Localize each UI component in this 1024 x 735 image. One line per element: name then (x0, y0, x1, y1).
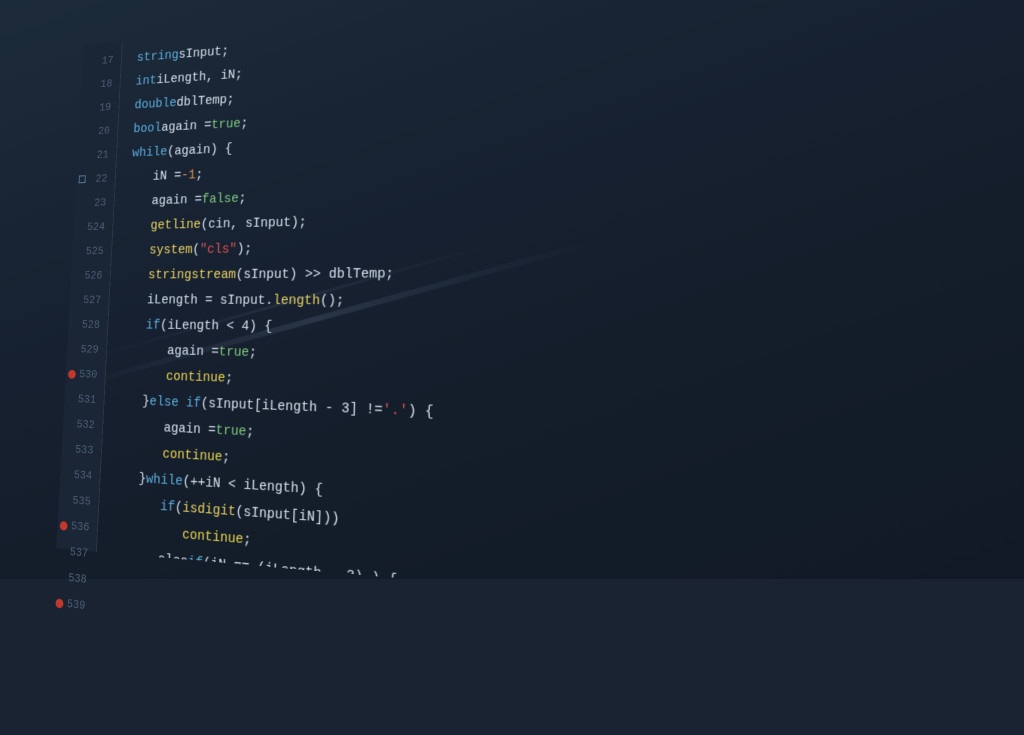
line-number-525: 525 (72, 239, 104, 264)
token: inue (210, 578, 242, 608)
token: again = (151, 188, 202, 214)
line-number-21: 21 (77, 143, 109, 168)
token: stringstream (148, 263, 237, 289)
token: ; (238, 186, 246, 211)
editor-container: 1718192021222352452552652752852953053153… (0, 0, 1024, 579)
code-wrapper: 1718192021222352452552652752852953053153… (56, 0, 1024, 642)
line-number-20: 20 (79, 119, 111, 144)
line-number-531: 531 (64, 387, 97, 413)
line-number-23: 23 (75, 191, 107, 216)
token: true (218, 340, 249, 367)
token: ) { (408, 398, 434, 427)
token: if (187, 549, 203, 577)
token: int (135, 69, 157, 94)
token: -1 (181, 163, 196, 188)
token: continue (162, 442, 223, 472)
line-number-526: 526 (71, 264, 103, 289)
line-number-529: 529 (67, 337, 100, 362)
token: ; (243, 527, 252, 555)
token: if (145, 313, 161, 338)
token: double (134, 91, 177, 118)
token: (again) { (167, 137, 233, 165)
token: ; (225, 366, 234, 392)
line-number-535: 535 (58, 487, 91, 515)
token: ; (241, 581, 250, 609)
token: (); (320, 288, 345, 315)
token: while (145, 467, 183, 496)
line-number-17: 17 (82, 49, 114, 75)
token: "cls" (199, 237, 237, 263)
token: ; (222, 445, 231, 472)
line-number-524: 524 (73, 215, 105, 240)
token: ; (195, 163, 203, 188)
token: dblTemp; (176, 88, 235, 116)
line-number-538: 538 (54, 564, 87, 593)
token: (sInput) >> dblTemp; (235, 261, 394, 288)
line-number-532: 532 (62, 412, 95, 439)
token: string (136, 43, 179, 70)
token: else if (149, 389, 202, 417)
token: bool (133, 116, 162, 142)
token: else (157, 547, 188, 576)
token: true (215, 418, 247, 446)
token: continue (165, 364, 225, 392)
token: iN = (152, 164, 182, 190)
token: while (132, 140, 168, 166)
token: iLength = sInput. (146, 288, 273, 314)
token: false (201, 186, 239, 212)
line-number-527: 527 (69, 288, 101, 313)
token: if (160, 494, 176, 521)
token: again = (163, 416, 216, 445)
line-number-18: 18 (81, 72, 113, 97)
token: true (211, 112, 241, 138)
token: ; (240, 111, 248, 136)
token: (iLength < 4) { (160, 313, 273, 340)
token: else (179, 576, 211, 606)
token: again = (167, 339, 220, 366)
token: again = (161, 113, 212, 140)
token: '.' (382, 397, 408, 426)
token: ; (246, 419, 255, 446)
line-number-533: 533 (61, 437, 94, 464)
token: (cin, sInput); (200, 210, 307, 238)
line-number-534: 534 (60, 462, 93, 489)
token: length (273, 288, 321, 314)
token: getline (150, 213, 201, 239)
token: ; (249, 340, 258, 366)
collapse-marker[interactable] (79, 175, 86, 183)
line-number-19: 19 (80, 96, 112, 121)
line-number-528: 528 (68, 313, 101, 338)
token: ); (236, 237, 252, 263)
token: isdigit (182, 495, 236, 526)
token: system (149, 238, 193, 263)
line-number-537: 537 (55, 538, 88, 567)
code-area[interactable]: string sInput;int iLength, iN;double dbl… (97, 0, 1024, 642)
